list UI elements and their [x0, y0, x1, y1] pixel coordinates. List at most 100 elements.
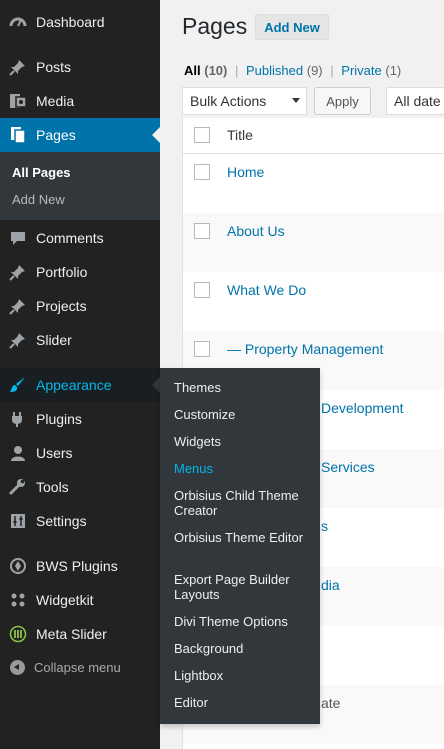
row-checkbox[interactable] — [194, 223, 210, 239]
bulk-actions-select[interactable]: Bulk Actions — [182, 87, 307, 115]
chevron-down-icon — [292, 98, 300, 103]
sidebar-item-widgetkit[interactable]: Widgetkit — [0, 583, 160, 617]
flyout-item-customize[interactable]: Customize — [174, 407, 314, 422]
flyout-indicator — [152, 377, 160, 393]
select-all-checkbox[interactable] — [194, 127, 210, 143]
sidebar-item-label: Posts — [36, 59, 72, 75]
sidebar-item-label: Media — [36, 93, 75, 109]
sidebar-item-pages[interactable]: Pages — [0, 118, 160, 152]
sidebar-item-label: Portfolio — [36, 264, 88, 280]
collapse-menu-label: Collapse menu — [34, 660, 121, 675]
sidebar-item-tools[interactable]: Tools — [0, 470, 160, 504]
row-checkbox[interactable] — [194, 282, 210, 298]
dashboard-icon — [9, 13, 27, 31]
page-title-link[interactable]: s — [321, 518, 328, 534]
sidebar-item-settings[interactable]: Settings — [0, 504, 160, 538]
appearance-icon — [9, 376, 27, 394]
sidebar-item-label: Widgetkit — [36, 592, 94, 608]
media-icon — [9, 92, 27, 110]
bulk-actions-value: Bulk Actions — [190, 93, 267, 109]
sidebar-item-label: Pages — [36, 127, 76, 143]
current-indicator — [152, 127, 160, 143]
flyout-item-divi-theme-options[interactable]: Divi Theme Options — [174, 614, 314, 629]
pin-icon — [9, 58, 27, 76]
page-title-link[interactable]: dia — [321, 577, 340, 593]
sidebar-item-label: Plugins — [36, 411, 82, 427]
metaslider-icon — [9, 625, 27, 643]
sidebar-item-portfolio[interactable]: Portfolio — [0, 255, 160, 289]
pin-icon — [9, 297, 27, 315]
submenu-all-pages[interactable]: All Pages — [12, 165, 71, 180]
page-title-link[interactable]: About Us — [227, 223, 285, 239]
dates-filter-select[interactable]: All date — [386, 87, 444, 115]
apply-button[interactable]: Apply — [314, 87, 371, 115]
widgetkit-icon — [9, 591, 27, 609]
filter-separator: | — [235, 63, 239, 78]
sidebar-item-dashboard[interactable]: Dashboard — [0, 5, 160, 39]
sidebar-item-posts[interactable]: Posts — [0, 50, 160, 84]
tools-icon — [9, 478, 27, 496]
pages-icon — [9, 126, 27, 144]
sidebar-item-media[interactable]: Media — [0, 84, 160, 118]
add-new-button[interactable]: Add New — [255, 14, 329, 40]
column-title-header[interactable]: Title — [227, 127, 253, 143]
flyout-item-themes[interactable]: Themes — [174, 380, 314, 395]
table-row: Home — [183, 154, 444, 213]
flyout-item-widgets[interactable]: Widgets — [174, 434, 314, 449]
plugins-icon — [9, 410, 27, 428]
sidebar-item-slider[interactable]: Slider — [0, 323, 160, 357]
flyout-item-menus[interactable]: Menus — [174, 461, 314, 476]
sidebar-item-bws-plugins[interactable]: BWS Plugins — [0, 549, 160, 583]
page-title-link[interactable]: ate — [321, 695, 340, 711]
flyout-item-background[interactable]: Background — [174, 641, 314, 656]
sidebar-item-meta-slider[interactable]: Meta Slider — [0, 617, 160, 651]
collapse-arrow-icon — [10, 660, 25, 675]
submenu-add-new[interactable]: Add New — [12, 192, 65, 207]
sidebar-item-users[interactable]: Users — [0, 436, 160, 470]
page-title-link[interactable]: Services — [321, 459, 375, 475]
table-header: Title — [183, 118, 444, 154]
sidebar-item-label: Appearance — [36, 377, 112, 393]
sidebar-item-label: Comments — [36, 230, 104, 246]
filter-private[interactable]: Private (1) — [341, 63, 401, 78]
comments-icon — [9, 229, 27, 247]
sidebar-item-appearance[interactable]: Appearance — [0, 368, 160, 402]
page-title-link[interactable]: — Property Management — [227, 341, 383, 357]
pin-icon — [9, 263, 27, 281]
users-icon — [9, 444, 27, 462]
pin-icon — [9, 331, 27, 349]
appearance-flyout-menu: Themes Customize Widgets Menus Orbisius … — [160, 368, 320, 724]
sidebar-item-label: Dashboard — [36, 14, 105, 30]
pages-submenu: All Pages Add New — [0, 152, 160, 220]
sidebar-item-projects[interactable]: Projects — [0, 289, 160, 323]
flyout-item-orbisius-child-theme-creator[interactable]: Orbisius Child Theme Creator — [174, 488, 314, 518]
admin-sidebar: Dashboard Posts Media Pages All Pages Ad… — [0, 0, 160, 749]
sidebar-item-label: Meta Slider — [36, 626, 107, 642]
sidebar-item-comments[interactable]: Comments — [0, 221, 160, 255]
sidebar-item-label: BWS Plugins — [36, 558, 118, 574]
sidebar-item-label: Slider — [36, 332, 72, 348]
sidebar-item-label: Tools — [36, 479, 69, 495]
sidebar-item-plugins[interactable]: Plugins — [0, 402, 160, 436]
flyout-item-export-page-builder-layouts[interactable]: Export Page Builder Layouts — [174, 572, 314, 602]
flyout-item-lightbox[interactable]: Lightbox — [174, 668, 314, 683]
flyout-item-orbisius-theme-editor[interactable]: Orbisius Theme Editor — [174, 530, 314, 545]
table-row: About Us — [183, 213, 444, 272]
sidebar-item-label: Projects — [36, 298, 87, 314]
row-checkbox[interactable] — [194, 341, 210, 357]
page-title-link[interactable]: Development — [321, 400, 404, 416]
filter-published[interactable]: Published (9) — [246, 63, 323, 78]
flyout-item-editor[interactable]: Editor — [174, 695, 314, 710]
sidebar-item-label: Users — [36, 445, 73, 461]
status-filters: All (10) | Published (9) | Private (1) — [184, 63, 401, 78]
sidebar-item-label: Settings — [36, 513, 87, 529]
page-title-link[interactable]: Home — [227, 164, 264, 180]
settings-icon — [9, 512, 27, 530]
page-title: Pages — [182, 13, 248, 39]
filter-separator: | — [330, 63, 334, 78]
page-title-link[interactable]: What We Do — [227, 282, 306, 298]
collapse-menu-button[interactable]: Collapse menu — [0, 652, 160, 684]
filter-all[interactable]: All (10) — [184, 63, 227, 78]
row-checkbox[interactable] — [194, 164, 210, 180]
table-row: What We Do — [183, 272, 444, 331]
